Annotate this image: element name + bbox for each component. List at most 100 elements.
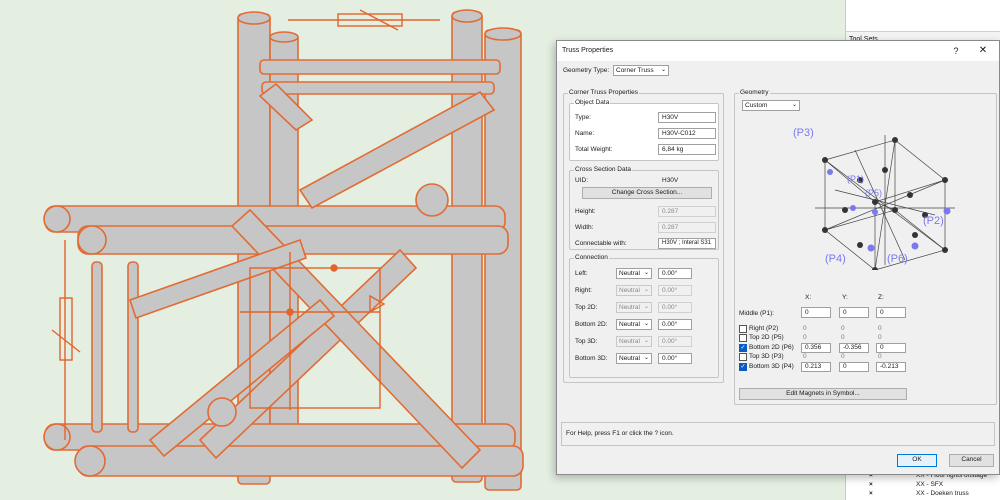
point-x-input[interactable]: 0.356 <box>801 342 831 353</box>
point-checkbox[interactable] <box>739 353 747 362</box>
point-y-value: 0 <box>841 334 845 342</box>
name-label: Name: <box>575 130 595 137</box>
geometry-type-label: Geometry Type: <box>563 67 610 74</box>
connection-mode-value: Neutral <box>619 338 640 345</box>
connection-side-label: Bottom 3D: <box>575 355 608 362</box>
point-checkbox[interactable]: ✓ <box>739 343 747 352</box>
layer-name: XX - Doeken truss <box>916 490 969 497</box>
point-z-input[interactable]: -0.213 <box>876 361 906 372</box>
connection-mode-value: Neutral <box>619 321 640 328</box>
point-label: Top 3D (P3) <box>749 353 784 361</box>
chevron-down-icon: ⌄ <box>643 287 649 293</box>
geometry-group: Geometry Custom ⌄ (P3) (P1) (P5) (P2) (P… <box>734 89 997 405</box>
side-panel-header <box>846 0 1000 32</box>
geometry-preset-select[interactable]: Custom ⌄ <box>742 100 800 111</box>
x-column-header: X: <box>805 294 812 301</box>
point-label-p4: (P4) <box>825 253 846 265</box>
connectable-field[interactable]: H30V ; Interal S31 <box>658 238 716 249</box>
help-status-text: For Help, press F1 or click the ? icon. <box>566 430 674 437</box>
geometry-type-select[interactable]: Corner Truss ⌄ <box>613 65 669 76</box>
group-title: Object Data <box>574 99 611 106</box>
uid-value: H30V <box>662 177 679 184</box>
chevron-down-icon: ⌄ <box>643 304 649 310</box>
type-label: Type: <box>575 114 591 121</box>
point-x-input[interactable]: 0.213 <box>801 361 831 372</box>
total-weight-label: Total Weight: <box>575 146 613 153</box>
point-checkbox[interactable] <box>739 334 747 343</box>
connection-side-label: Bottom 2D: <box>575 321 608 328</box>
connection-mode-value: Neutral <box>619 287 640 294</box>
connection-angle-input[interactable]: 0.00° <box>658 268 692 279</box>
connection-side-label: Right: <box>575 287 592 294</box>
connection-mode-select[interactable]: Neutral ⌄ <box>616 268 652 279</box>
connection-angle-input[interactable]: 0.00° <box>658 319 692 330</box>
layer-row[interactable]: × XX - SFX <box>846 481 1000 490</box>
layer-row[interactable]: × XX - Doeken truss <box>846 490 1000 499</box>
change-cross-section-button[interactable]: Change Cross Section... <box>582 187 712 199</box>
z-column-header: Z: <box>878 294 884 301</box>
cancel-button[interactable]: Cancel <box>949 454 994 467</box>
middle-y-input[interactable]: 0 <box>839 307 869 318</box>
middle-z-input[interactable]: 0 <box>876 307 906 318</box>
corner-truss-properties-group: Corner Truss Properties Object Data Type… <box>563 89 724 383</box>
point-checkbox[interactable]: ✓ <box>739 362 747 371</box>
connection-mode-select[interactable]: Neutral ⌄ <box>616 353 652 364</box>
geometry-type-value: Corner Truss <box>616 67 654 74</box>
connection-mode-value: Neutral <box>619 304 640 311</box>
point-checkbox[interactable] <box>739 325 747 333</box>
point-z-input[interactable]: 0 <box>876 342 906 353</box>
chevron-down-icon: ⌄ <box>643 338 649 344</box>
point-z-value: 0 <box>878 334 882 342</box>
connection-angle-input: 0.00° <box>658 336 692 347</box>
chevron-down-icon: ⌄ <box>643 270 649 276</box>
name-field[interactable]: H30V-C012 <box>658 128 716 139</box>
help-icon[interactable]: ? <box>949 44 963 58</box>
connection-mode-select: Neutral ⌄ <box>616 336 652 347</box>
point-y-input[interactable]: 0 <box>839 361 869 372</box>
total-weight-field[interactable]: 6,84 kg <box>658 144 716 155</box>
close-icon[interactable]: ✕ <box>976 44 990 58</box>
geometry-preview: (P3) (P1) (P5) (P2) (P4) (P6) <box>793 127 955 270</box>
chevron-down-icon: ⌄ <box>791 102 797 108</box>
dialog-title: Truss Properties <box>562 47 614 54</box>
width-field: 0.287 <box>658 222 716 233</box>
group-title: Corner Truss Properties <box>568 89 639 96</box>
group-title: Geometry <box>739 89 770 96</box>
layer-hidden-icon[interactable]: × <box>869 481 873 488</box>
middle-x-input[interactable]: 0 <box>801 307 831 318</box>
uid-label: UID: <box>575 177 588 184</box>
height-label: Height: <box>575 208 596 215</box>
edit-magnets-button[interactable]: Edit Magnets in Symbol... <box>739 388 907 400</box>
point-x-value: 0 <box>803 334 807 342</box>
help-status-area: For Help, press F1 or click the ? icon. <box>561 422 995 446</box>
connectable-label: Connectable with: <box>575 240 627 247</box>
point-label: Top 2D (P5) <box>749 334 784 342</box>
point-y-input[interactable]: -0.356 <box>839 342 869 353</box>
layer-hidden-icon[interactable]: × <box>869 490 873 497</box>
point-y-value: 0 <box>841 325 845 332</box>
ok-button[interactable]: OK <box>897 454 937 467</box>
y-column-header: Y: <box>842 294 848 301</box>
point-label-p6: (P6) <box>887 253 908 265</box>
dialog-titlebar[interactable]: Truss Properties ? ✕ <box>557 41 999 61</box>
height-field: 0.287 <box>658 206 716 217</box>
type-field[interactable]: H30V <box>658 112 716 123</box>
point-x-value: 0 <box>803 325 807 332</box>
object-data-group: Object Data Type: H30V Name: H30V-C012 T… <box>569 99 719 161</box>
connection-mode-select[interactable]: Neutral ⌄ <box>616 319 652 330</box>
point-label: Right (P2) <box>749 325 779 332</box>
connection-group: Connection Left: Neutral ⌄ 0.00° Right: Neutr… <box>569 254 719 378</box>
connection-angle-input: 0.00° <box>658 302 692 313</box>
connection-side-label: Top 3D: <box>575 338 598 345</box>
point-y-value: 0 <box>841 353 845 361</box>
connection-angle-input[interactable]: 0.00° <box>658 353 692 364</box>
chevron-down-icon: ⌄ <box>643 355 649 361</box>
connection-mode-select: Neutral ⌄ <box>616 285 652 296</box>
point-label-p1: (P1) <box>847 174 864 184</box>
chevron-down-icon: ⌄ <box>660 67 666 73</box>
group-title: Connection <box>574 254 609 261</box>
connection-side-label: Top 2D: <box>575 304 598 311</box>
width-label: Width: <box>575 224 594 231</box>
point-label-p2: (P2) <box>923 215 944 227</box>
connection-angle-input: 0.00° <box>658 285 692 296</box>
